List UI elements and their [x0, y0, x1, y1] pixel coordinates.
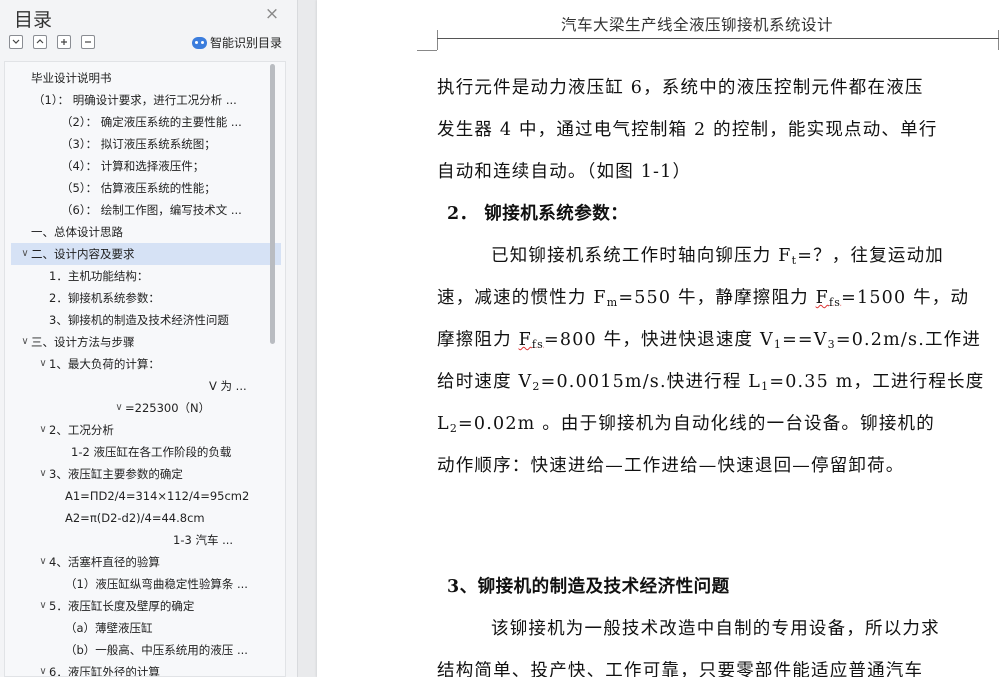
toc-item[interactable]: （3）： 拟订液压系统系统图；	[11, 133, 281, 155]
toc-item[interactable]: 1．主机功能结构：	[11, 265, 281, 287]
section-heading: 3、铆接机的制造及技术经济性问题	[447, 577, 730, 597]
toc-item[interactable]: ∨ =225300（N）	[11, 397, 281, 419]
add-icon[interactable]	[57, 35, 71, 49]
crop-mark	[417, 50, 437, 51]
toc-scrollbar[interactable]	[270, 64, 275, 344]
toc-item[interactable]: 毕业设计说明书	[11, 67, 281, 89]
paragraph-line: 给时速度 V2=0.0015m/s.快进行程 L1=0.35 m，工进行程长度	[437, 372, 985, 393]
toc-item-label: A1=ΠD2/4=314×112/4=95cm2	[65, 489, 250, 503]
toc-item[interactable]: V 为 ...	[11, 375, 281, 397]
paragraph-line: 结构简单、投产快、工作可靠，只要零部件能适应普通汽车	[437, 661, 924, 677]
chevron-down-icon[interactable]: ∨	[37, 595, 49, 617]
toc-item-label: （4）： 计算和选择液压件；	[61, 159, 205, 173]
toc-item[interactable]: （1）： 明确设计要求，进行工况分析 ...	[11, 89, 281, 111]
sidebar-title: 目录	[14, 9, 53, 31]
chevron-down-icon[interactable]: ∨	[37, 419, 49, 441]
toc-item[interactable]: A1=ΠD2/4=314×112/4=95cm2	[11, 485, 281, 507]
smart-toc-label: 智能识别目录	[210, 36, 283, 50]
page-header: 汽车大梁生产线全液压铆接机系统设计	[561, 16, 834, 34]
toc-toolbar	[9, 35, 95, 49]
toc-item-label: 1、最大负荷的计算：	[49, 357, 160, 371]
toc-item[interactable]: 3、铆接机的制造及技术经济性问题	[11, 309, 281, 331]
toc-item-label: 4、活塞杆直径的验算	[49, 555, 160, 569]
toc-item-label: （2）： 确定液压系统的主要性能 ...	[61, 115, 242, 129]
toc-item-label: 3、液压缸主要参数的确定	[49, 467, 183, 481]
toc-item-label: 三、设计方法与步骤	[31, 335, 135, 349]
toc-item[interactable]: ∨ 3、液压缸主要参数的确定	[11, 463, 281, 485]
toc-item-label: 2．铆接机系统参数：	[49, 291, 160, 305]
chevron-down-icon[interactable]: ∨	[37, 551, 49, 573]
toc-panel: 毕业设计说明书 （1）： 明确设计要求，进行工况分析 ... （2）： 确定液压系统…	[4, 61, 286, 677]
toc-item[interactable]: ∨ 三、设计方法与步骤	[11, 331, 281, 353]
expand-icon[interactable]	[33, 35, 47, 49]
toc-item[interactable]: 一、总体设计思路	[11, 221, 281, 243]
toc-sidebar: 目录 × 智能识别目录 毕业设计说明书 （1）： 明确设计要求，进行工况分析 ..…	[0, 0, 298, 677]
chevron-down-icon[interactable]: ∨	[113, 397, 125, 419]
toc-item[interactable]: 1-3 汽车 ...	[11, 529, 281, 551]
toc-item-label: 1．主机功能结构：	[49, 269, 149, 283]
crop-mark	[998, 30, 999, 50]
toc-item-label: 3、铆接机的制造及技术经济性问题	[49, 313, 229, 327]
toc-item[interactable]: A2=π(D2-d2)/4=44.8cm	[11, 507, 281, 529]
chevron-down-icon[interactable]: ∨	[37, 661, 49, 676]
smart-toc-button[interactable]: 智能识别目录	[192, 34, 282, 51]
toc-item-label: （6）： 绘制工作图，编写技术文 ...	[61, 203, 242, 217]
toc-item-label: （b）一般高、中压系统用的液压 ...	[65, 643, 248, 657]
toc-item-label: 6．液压缸外径的计算	[49, 665, 160, 677]
toc-item-label: （3）： 拟订液压系统系统图；	[61, 137, 216, 151]
toc-item[interactable]: ∨ 5．液压缸长度及壁厚的确定	[11, 595, 281, 617]
paragraph-line: 摩擦阻力 Ffs=800 牛，快进快退速度 V1==V3=0.2m/s.工作进	[437, 330, 982, 351]
toc-item[interactable]: （b）一般高、中压系统用的液压 ...	[11, 639, 281, 661]
crop-mark	[437, 30, 438, 50]
chevron-down-icon[interactable]: ∨	[19, 243, 31, 265]
toc-item[interactable]: （1）液压缸纵弯曲稳定性验算条 ...	[11, 573, 281, 595]
paragraph-line: 自动和连续自动。（如图 1-1）	[437, 162, 692, 182]
header-rule	[437, 38, 999, 39]
chevron-down-icon[interactable]: ∨	[37, 353, 49, 375]
toc-item[interactable]: 1-2 液压缸在各工作阶段的负载	[11, 441, 281, 463]
toc-item[interactable]: ∨ 6．液压缸外径的计算	[11, 661, 281, 677]
paragraph-line: L2=0.02m 。由于铆接机为自动化线的一台设备。铆接机的	[437, 414, 935, 435]
toc-item[interactable]: （4）： 计算和选择液压件；	[11, 155, 281, 177]
collapse-icon[interactable]	[9, 35, 23, 49]
toc-item-label: （1）液压缸纵弯曲稳定性验算条 ...	[65, 577, 248, 591]
paragraph-line: 速，减速的惯性力 Fm=550 牛，静摩擦阻力 Ffs=1500 牛，动	[437, 288, 970, 309]
toc-item-label: （5）： 估算液压系统的性能；	[61, 181, 216, 195]
paragraph-line: 发生器 4 中，通过电气控制箱 2 的控制，能实现点动、单行	[437, 120, 938, 140]
toc-item-label: 毕业设计说明书	[31, 71, 112, 85]
toc-item-label: 1-2 液压缸在各工作阶段的负载	[71, 445, 232, 459]
toc-item-label: =225300（N）	[125, 401, 211, 415]
toc-item-label: （a）薄壁液压缸	[65, 621, 153, 635]
chevron-down-icon[interactable]: ∨	[19, 331, 31, 353]
toc-item-label: （1）： 明确设计要求，进行工况分析 ...	[33, 93, 237, 107]
toc-item-label: 二、设计内容及要求	[31, 247, 135, 261]
toc-item-label: 一、总体设计思路	[31, 225, 123, 239]
toc-item[interactable]: （6）： 绘制工作图，编写技术文 ...	[11, 199, 281, 221]
section-heading: 2． 铆接机系统参数：	[447, 204, 629, 224]
toc-item-label: 5．液压缸长度及壁厚的确定	[49, 599, 195, 613]
paragraph-line: 该铆接机为一般技术改造中自制的专用设备，所以力求	[491, 619, 940, 639]
toc-item[interactable]: （2）： 确定液压系统的主要性能 ...	[11, 111, 281, 133]
toc-item[interactable]: ∨ 二、设计内容及要求	[11, 243, 281, 265]
toc-item-label: 2、工况分析	[49, 423, 114, 437]
toc-item[interactable]: ∨ 4、活塞杆直径的验算	[11, 551, 281, 573]
remove-icon[interactable]	[81, 35, 95, 49]
paragraph-line: 动作顺序：快速进给—工作进给—快速退回—停留卸荷。	[437, 456, 905, 476]
ai-icon	[192, 36, 207, 49]
document-area: 汽车大梁生产线全液压铆接机系统设计 执行元件是动力液压缸 6，系统中的液压控制元…	[299, 0, 1001, 677]
toc-item[interactable]: ∨ 1、最大负荷的计算：	[11, 353, 281, 375]
document-page: 汽车大梁生产线全液压铆接机系统设计 执行元件是动力液压缸 6，系统中的液压控制元…	[317, 0, 1001, 677]
toc-item-label: 1-3 汽车 ...	[173, 533, 234, 547]
toc-item-label: V 为 ...	[209, 379, 247, 393]
toc-item[interactable]: ∨ 2、工况分析	[11, 419, 281, 441]
toc-item[interactable]: （a）薄壁液压缸	[11, 617, 281, 639]
toc-item[interactable]: （5）： 估算液压系统的性能；	[11, 177, 281, 199]
toc-item[interactable]: 2．铆接机系统参数：	[11, 287, 281, 309]
paragraph-line: 执行元件是动力液压缸 6，系统中的液压控制元件都在液压	[437, 78, 924, 98]
chevron-down-icon[interactable]: ∨	[37, 463, 49, 485]
paragraph-line: 已知铆接机系统工作时轴向铆压力 Ft=？，往复运动加	[491, 246, 944, 267]
toc-item-label: A2=π(D2-d2)/4=44.8cm	[65, 511, 205, 525]
close-icon[interactable]: ×	[264, 6, 280, 23]
